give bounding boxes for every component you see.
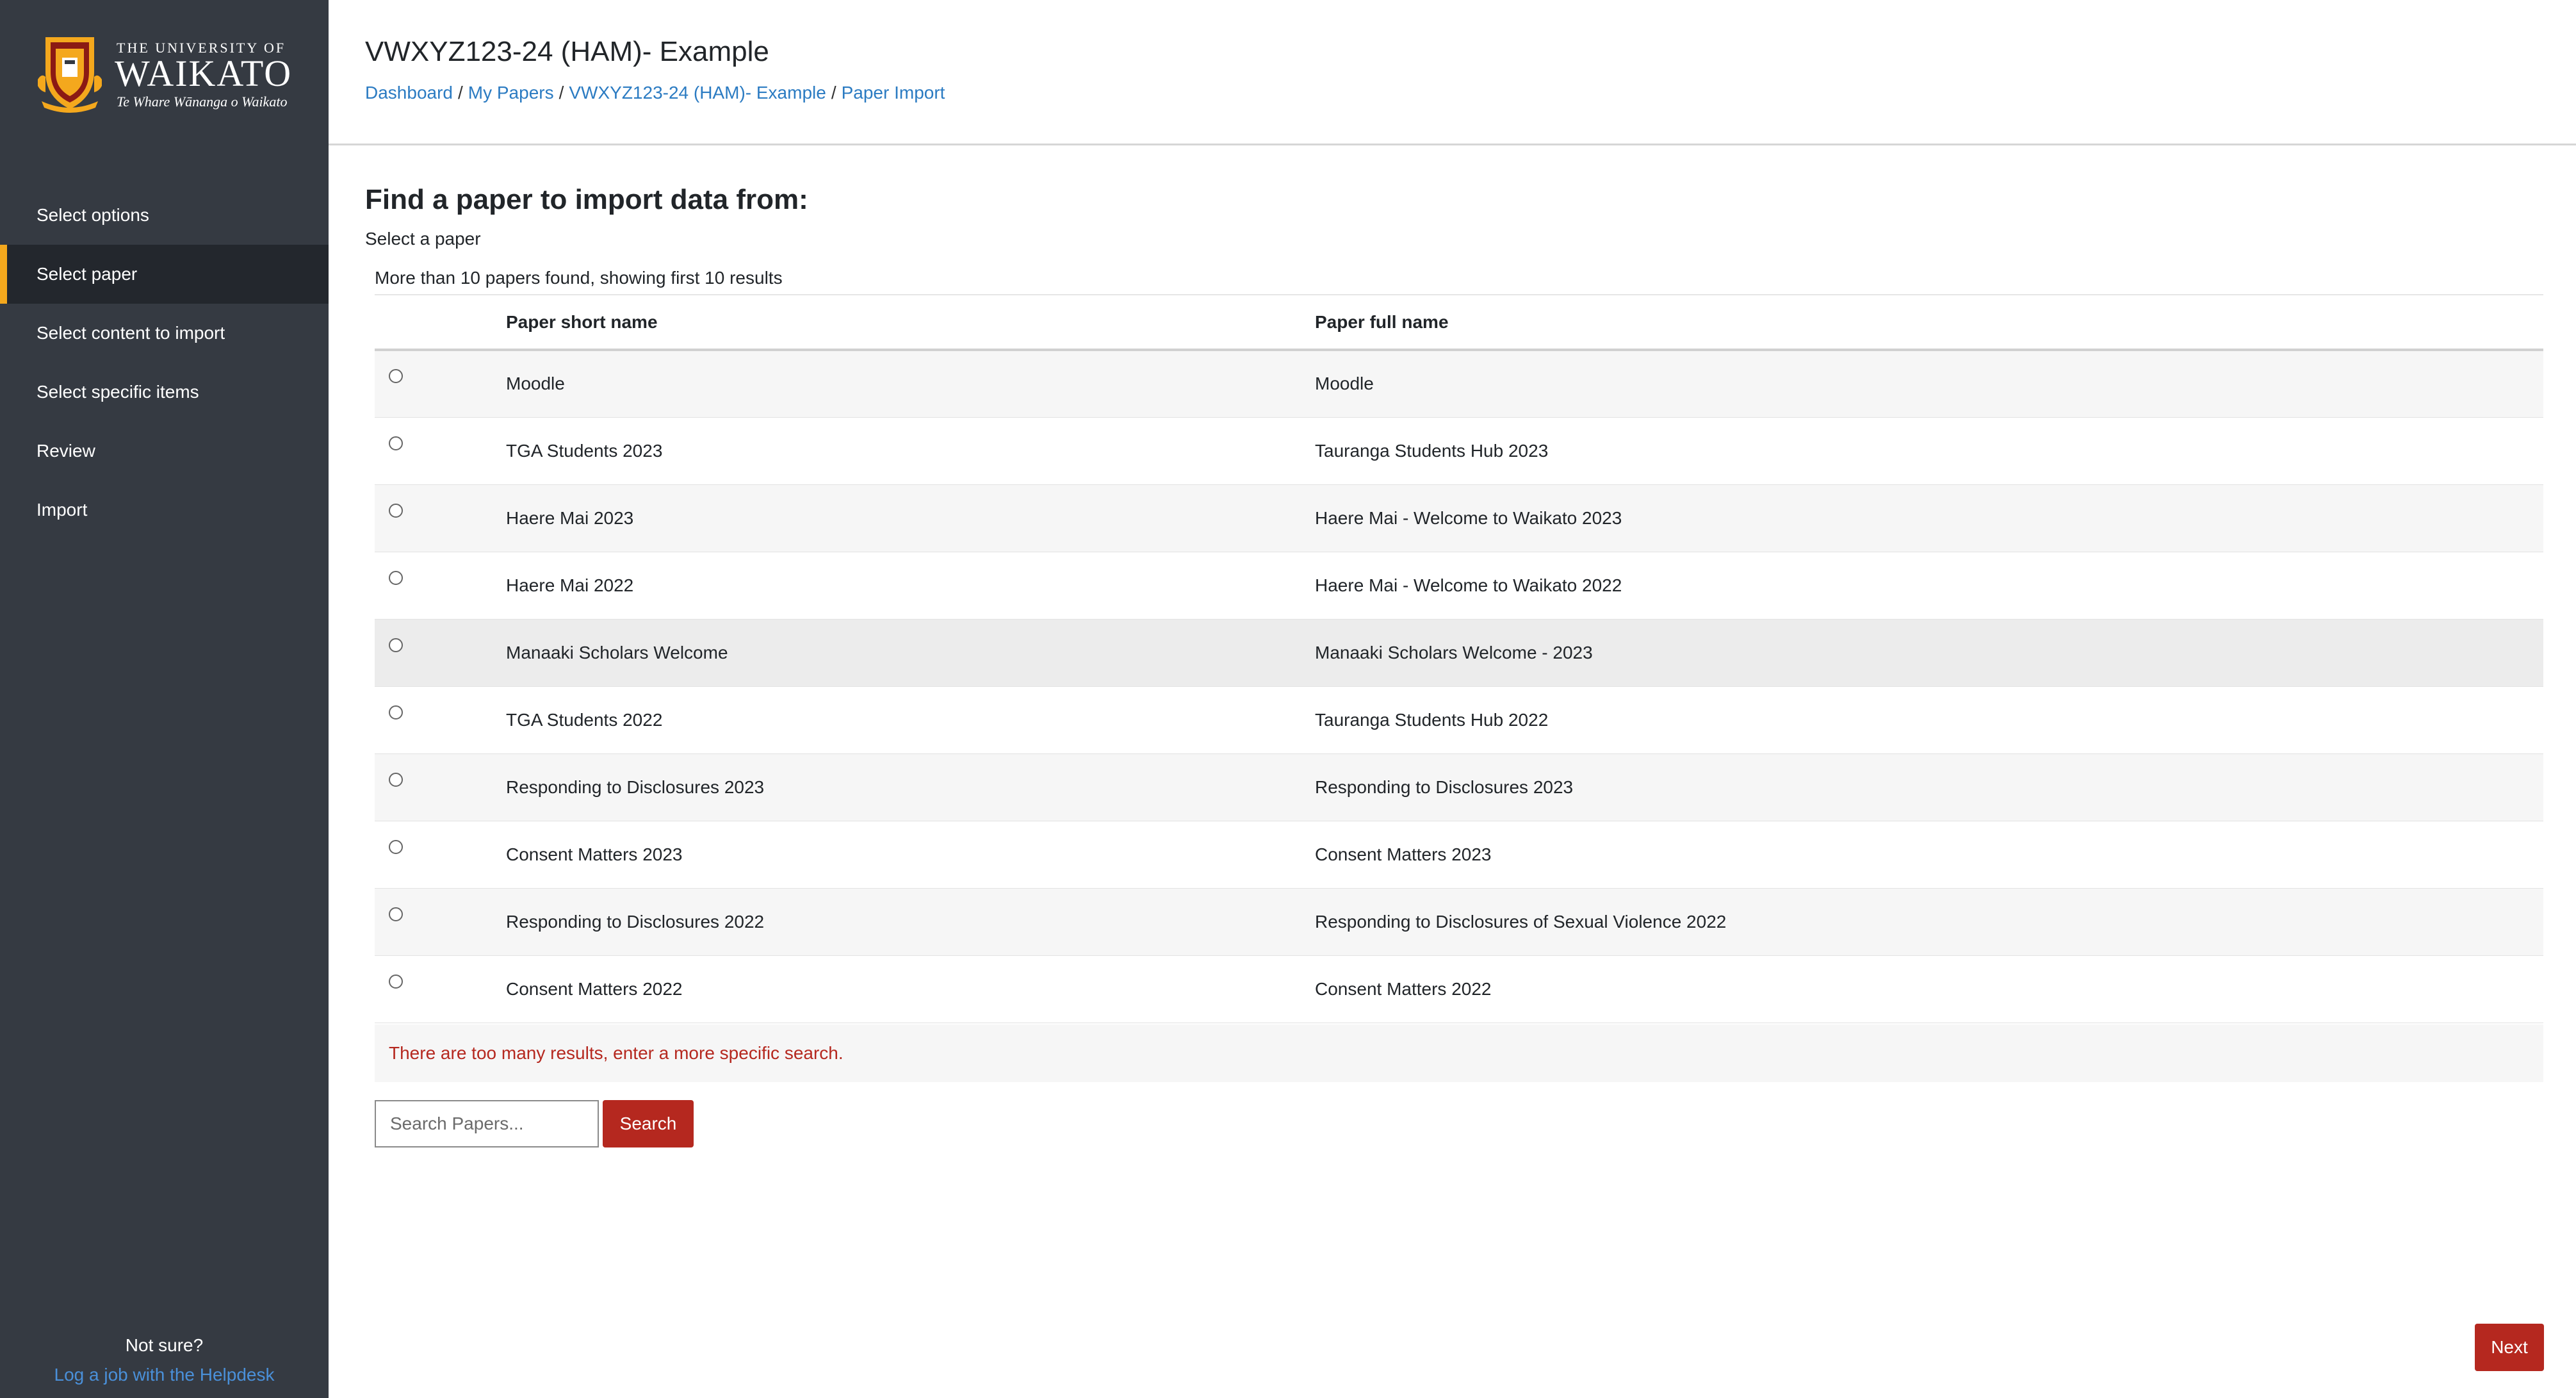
breadcrumb-separator: / (457, 83, 463, 103)
table-row[interactable]: Haere Mai 2023 Haere Mai - Welcome to Wa… (375, 484, 2543, 552)
main-content: Find a paper to import data from: Select… (329, 145, 2576, 1398)
table-header-row: Paper short name Paper full name (375, 295, 2543, 350)
breadcrumb-paper[interactable]: VWXYZ123-24 (HAM)- Example (569, 83, 826, 103)
help-section: Not sure? Log a job with the Helpdesk (0, 1334, 329, 1398)
sidebar-item-import[interactable]: Import (0, 481, 329, 539)
breadcrumb-separator: / (831, 83, 836, 103)
row-radio-cell (375, 484, 506, 552)
paper-short-name: Responding to Disclosures 2022 (506, 911, 765, 932)
paper-radio-button[interactable] (389, 570, 403, 585)
paper-radio-button[interactable] (389, 705, 403, 720)
sidebar: THE UNIVERSITY OF WAIKATO Te Whare Wānan… (0, 0, 329, 1398)
column-header-short-name: Paper short name (506, 311, 658, 332)
helpdesk-link[interactable]: Log a job with the Helpdesk (0, 1365, 329, 1385)
paper-short-name: TGA Students 2023 (506, 440, 663, 461)
paper-full-name: Consent Matters 2023 (1315, 844, 1492, 864)
table-row[interactable]: TGA Students 2023 Tauranga Students Hub … (375, 417, 2543, 484)
paper-full-name: Consent Matters 2022 (1315, 978, 1492, 999)
sidebar-item-select-content[interactable]: Select content to import (0, 304, 329, 363)
search-papers-input[interactable] (375, 1100, 599, 1147)
too-many-results-message: There are too many results, enter a more… (375, 1024, 2543, 1082)
table-row[interactable]: TGA Students 2022 Tauranga Students Hub … (375, 686, 2543, 753)
page-title: VWXYZ123-24 (HAM)- Example (365, 36, 769, 67)
table-row[interactable]: Responding to Disclosures 2023 Respondin… (375, 753, 2543, 821)
table-row[interactable]: Manaaki Scholars Welcome Manaaki Scholar… (375, 619, 2543, 686)
breadcrumb-paper-import[interactable]: Paper Import (842, 83, 945, 103)
paper-radio-button[interactable] (389, 839, 403, 854)
row-radio-cell (375, 552, 506, 619)
paper-radio-button[interactable] (389, 369, 403, 384)
paper-radio-button[interactable] (389, 974, 403, 989)
paper-short-name: TGA Students 2022 (506, 709, 663, 730)
wizard-steps-nav: Select options Select paper Select conte… (0, 186, 329, 539)
breadcrumb-my-papers[interactable]: My Papers (468, 83, 554, 103)
paper-short-name: Moodle (506, 374, 565, 394)
paper-short-name: Responding to Disclosures 2023 (506, 777, 765, 797)
next-button[interactable]: Next (2475, 1324, 2544, 1371)
paper-full-name: Haere Mai - Welcome to Waikato 2022 (1315, 575, 1622, 595)
breadcrumb-dashboard[interactable]: Dashboard (365, 83, 453, 103)
row-radio-cell (375, 753, 506, 821)
table-row[interactable]: Moodle Moodle (375, 350, 2543, 417)
sidebar-item-review[interactable]: Review (0, 422, 329, 481)
row-radio-cell (375, 350, 506, 417)
papers-table: Paper short name Paper full name Moodle … (375, 294, 2543, 1023)
page-header: VWXYZ123-24 (HAM)- Example Dashboard / My … (329, 0, 2576, 145)
paper-short-name: Manaaki Scholars Welcome (506, 642, 728, 662)
search-button[interactable]: Search (603, 1100, 694, 1147)
paper-short-name: Haere Mai 2022 (506, 575, 634, 595)
breadcrumb: Dashboard / My Papers / VWXYZ123-24 (HAM)- E… (365, 83, 945, 103)
column-header-select (375, 295, 506, 350)
logo-waikato: WAIKATO (115, 53, 293, 94)
table-row[interactable]: Responding to Disclosures 2022 Respondin… (375, 888, 2543, 955)
table-row[interactable]: Consent Matters 2023 Consent Matters 202… (375, 821, 2543, 888)
paper-short-name: Consent Matters 2023 (506, 844, 683, 864)
paper-radio-button[interactable] (389, 907, 403, 921)
row-radio-cell (375, 888, 506, 955)
paper-full-name: Tauranga Students Hub 2023 (1315, 440, 1549, 461)
paper-radio-button[interactable] (389, 503, 403, 518)
help-text: Not sure? (125, 1335, 204, 1355)
row-radio-cell (375, 821, 506, 888)
paper-full-name: Responding to Disclosures 2023 (1315, 777, 1574, 797)
paper-full-name: Moodle (1315, 374, 1374, 394)
table-row[interactable]: Consent Matters 2022 Consent Matters 202… (375, 955, 2543, 1023)
paper-full-name: Tauranga Students Hub 2022 (1315, 709, 1549, 730)
table-row[interactable]: Haere Mai 2022 Haere Mai - Welcome to Wa… (375, 552, 2543, 619)
paper-full-name: Haere Mai - Welcome to Waikato 2023 (1315, 507, 1622, 528)
paper-radio-button[interactable] (389, 772, 403, 787)
app-root: THE UNIVERSITY OF WAIKATO Te Whare Wānan… (0, 0, 2576, 1398)
paper-short-name: Consent Matters 2022 (506, 978, 683, 999)
paper-full-name: Manaaki Scholars Welcome - 2023 (1315, 642, 1593, 662)
breadcrumb-separator: / (558, 83, 564, 103)
row-radio-cell (375, 686, 506, 753)
row-radio-cell (375, 955, 506, 1023)
result-count-text: More than 10 papers found, showing first… (375, 268, 783, 288)
row-radio-cell (375, 619, 506, 686)
paper-full-name: Responding to Disclosures of Sexual Viol… (1315, 911, 1727, 932)
university-crest-icon (38, 37, 102, 113)
sidebar-item-select-options[interactable]: Select options (0, 186, 329, 245)
column-header-full-name: Paper full name (1315, 311, 1449, 332)
section-heading: Find a paper to import data from: (365, 184, 808, 215)
sidebar-item-select-specific-items[interactable]: Select specific items (0, 363, 329, 422)
university-logo[interactable]: THE UNIVERSITY OF WAIKATO Te Whare Wānan… (37, 35, 306, 118)
logo-tagline: Te Whare Wānanga o Waikato (117, 94, 288, 110)
paper-radio-button[interactable] (389, 637, 403, 652)
sidebar-item-select-paper[interactable]: Select paper (0, 245, 329, 304)
paper-radio-button[interactable] (389, 436, 403, 450)
select-paper-label: Select a paper (365, 229, 481, 249)
row-radio-cell (375, 417, 506, 484)
paper-short-name: Haere Mai 2023 (506, 507, 634, 528)
